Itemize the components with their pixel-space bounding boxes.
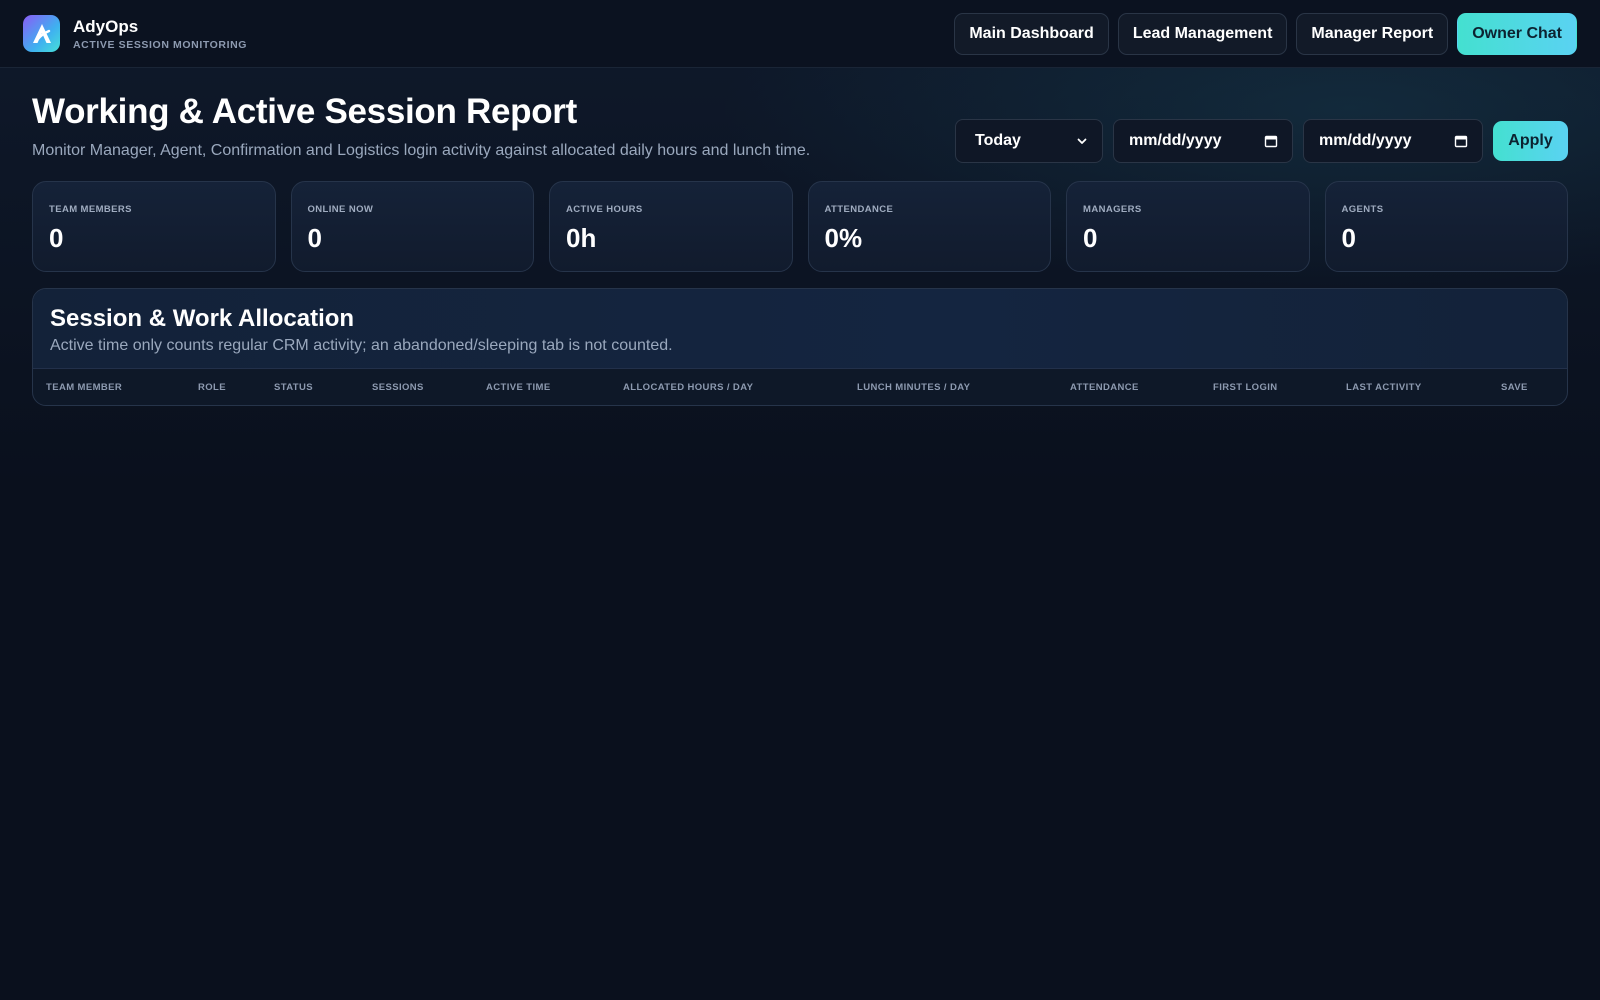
column-header-lunch-minutes[interactable]: LUNCH MINUTES / DAY bbox=[857, 382, 970, 393]
top-nav: Main Dashboard Lead Management Manager R… bbox=[954, 12, 1577, 55]
range-select-value: Today bbox=[975, 132, 1021, 149]
column-header-active-time[interactable]: ACTIVE TIME bbox=[486, 382, 551, 393]
chevron-down-icon bbox=[1076, 135, 1088, 147]
column-header-allocated-hours[interactable]: ALLOCATED HOURS / DAY bbox=[623, 382, 753, 393]
manager-report-button[interactable]: Manager Report bbox=[1296, 12, 1449, 55]
stat-value: 0% bbox=[824, 223, 863, 253]
panel-description: Active time only counts regular CRM acti… bbox=[50, 337, 673, 354]
stat-team-members: TEAM MEMBERS 0 bbox=[32, 181, 276, 272]
apply-button[interactable]: Apply bbox=[1493, 121, 1568, 161]
page-header: Working & Active Session Report Monitor … bbox=[32, 92, 810, 160]
stat-active-hours: ACTIVE HOURS 0h bbox=[549, 181, 793, 272]
range-select[interactable]: Today bbox=[955, 119, 1103, 163]
calendar-icon[interactable] bbox=[1454, 134, 1468, 148]
column-header-team-member[interactable]: TEAM MEMBER bbox=[46, 382, 122, 393]
column-header-status[interactable]: STATUS bbox=[274, 382, 313, 393]
page-description: Monitor Manager, Agent, Confirmation and… bbox=[32, 142, 811, 159]
column-header-sessions[interactable]: SESSIONS bbox=[372, 382, 424, 393]
filter-bar: Today mm/dd/yyyy mm/dd/yyyy Apply bbox=[955, 119, 1568, 163]
stat-value: 0h bbox=[566, 223, 597, 253]
end-date-placeholder: mm/dd/yyyy bbox=[1319, 132, 1412, 149]
column-header-attendance[interactable]: ATTENDANCE bbox=[1070, 382, 1139, 393]
stat-label: MANAGERS bbox=[1083, 204, 1142, 215]
logo-a-icon bbox=[23, 15, 60, 52]
calendar-icon[interactable] bbox=[1264, 134, 1278, 148]
top-bar: AdyOps ACTIVE SESSION MONITORING Main Da… bbox=[0, 0, 1600, 68]
stat-managers: MANAGERS 0 bbox=[1066, 181, 1310, 272]
stat-label: TEAM MEMBERS bbox=[49, 204, 132, 215]
column-header-save[interactable]: SAVE bbox=[1501, 382, 1528, 393]
column-header-first-login[interactable]: FIRST LOGIN bbox=[1213, 382, 1278, 393]
stat-attendance: ATTENDANCE 0% bbox=[807, 181, 1051, 272]
brand-subtitle: ACTIVE SESSION MONITORING bbox=[73, 38, 248, 51]
brand[interactable]: AdyOps ACTIVE SESSION MONITORING bbox=[23, 15, 247, 52]
end-date-input[interactable]: mm/dd/yyyy bbox=[1303, 119, 1483, 163]
table-header: TEAM MEMBER ROLE STATUS SESSIONS ACTIVE … bbox=[33, 369, 1567, 405]
start-date-placeholder: mm/dd/yyyy bbox=[1129, 132, 1222, 149]
stat-value: 0 bbox=[307, 223, 322, 253]
column-header-role[interactable]: ROLE bbox=[198, 382, 226, 393]
stat-label: ACTIVE HOURS bbox=[566, 204, 643, 215]
lead-management-button[interactable]: Lead Management bbox=[1117, 12, 1288, 55]
stat-agents: AGENTS 0 bbox=[1324, 181, 1568, 272]
stat-online-now: ONLINE NOW 0 bbox=[290, 181, 534, 272]
stat-value: 0 bbox=[1083, 223, 1098, 253]
page-title: Working & Active Session Report bbox=[32, 92, 577, 131]
stat-label: ONLINE NOW bbox=[307, 204, 374, 215]
column-header-last-activity[interactable]: LAST ACTIVITY bbox=[1346, 382, 1422, 393]
stat-label: AGENTS bbox=[1341, 204, 1384, 215]
stat-value: 0 bbox=[49, 223, 64, 253]
stat-value: 0 bbox=[1341, 223, 1356, 253]
stat-label: ATTENDANCE bbox=[824, 204, 894, 215]
panel-header: Session & Work Allocation Active time on… bbox=[33, 289, 1567, 369]
panel-title: Session & Work Allocation bbox=[50, 305, 355, 332]
main-dashboard-button[interactable]: Main Dashboard bbox=[954, 12, 1109, 55]
stats-row: TEAM MEMBERS 0 ONLINE NOW 0 ACTIVE HOURS… bbox=[32, 181, 1568, 272]
session-allocation-panel: Session & Work Allocation Active time on… bbox=[32, 288, 1568, 406]
brand-name: AdyOps bbox=[73, 16, 139, 36]
start-date-input[interactable]: mm/dd/yyyy bbox=[1113, 119, 1293, 163]
owner-chat-button[interactable]: Owner Chat bbox=[1457, 12, 1577, 55]
